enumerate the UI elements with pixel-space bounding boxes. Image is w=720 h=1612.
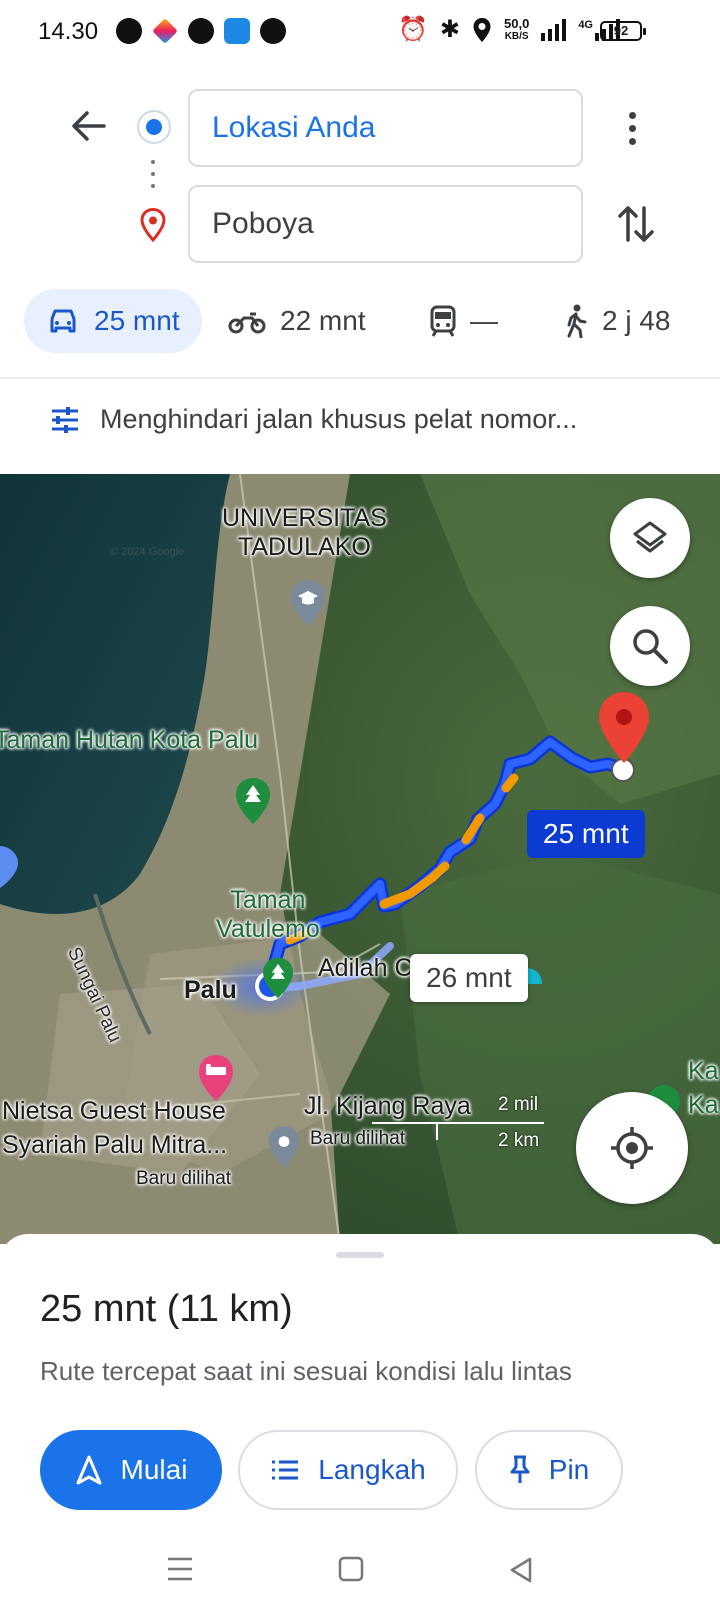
route-note: Rute tercepat saat ini sesuai kondisi la… — [40, 1356, 572, 1386]
swap-vertical-icon — [618, 206, 654, 242]
layers-button[interactable] — [610, 498, 690, 578]
route-alternative-chip[interactable]: 26 mnt — [410, 954, 528, 1002]
map-label-park-hutan-kota: Taman Hutan Kota Palu — [0, 726, 259, 754]
alarm-icon: ⏰ — [398, 16, 428, 43]
status-indicators: ⏰ ✱ 50,0 KB/S 4G — [398, 16, 620, 44]
status-bar: 14.30 ⏰ ✱ 50,0 KB/S 4G 92 — [0, 0, 720, 64]
search-along-route-button[interactable] — [610, 606, 690, 686]
home-button[interactable] — [338, 1556, 364, 1587]
park-marker-icon[interactable] — [233, 776, 273, 826]
mode-motorcycle-time: 22 mnt — [280, 305, 366, 336]
mode-car-tab[interactable]: 25 mnt — [24, 289, 202, 353]
route-connector — [151, 160, 155, 190]
status-time: 14.30 — [38, 18, 99, 45]
mode-motorcycle-tab[interactable]: 22 mnt — [228, 289, 366, 353]
my-location-icon — [611, 1127, 653, 1169]
scale-km: 2 km — [498, 1130, 540, 1151]
bluetooth-icon: ✱ — [439, 16, 460, 43]
app-star-icon — [152, 18, 178, 44]
back-button[interactable] — [62, 100, 114, 152]
origin-input[interactable]: Lokasi Anda — [188, 89, 583, 167]
scale-miles: 2 mil — [498, 1094, 539, 1115]
header-divider — [0, 377, 720, 379]
home-square-icon — [338, 1556, 364, 1582]
more-options-button[interactable] — [612, 100, 652, 156]
car-icon — [50, 309, 76, 333]
battery-icon: 92 — [600, 21, 646, 41]
map-label-university: UNIVERSITAS TADULAKO — [222, 504, 387, 561]
origin-dot-icon — [137, 110, 171, 144]
map-label-city: Palu — [184, 976, 237, 1004]
tune-icon — [52, 406, 78, 433]
menu-icon — [168, 1557, 192, 1581]
map-label-guesthouse-note: Baru dilihat — [136, 1168, 232, 1189]
search-icon — [633, 629, 668, 664]
map-label-road: Jl. Kijang Raya — [304, 1092, 471, 1120]
pin-button[interactable]: Pin — [475, 1430, 623, 1510]
system-navigation-bar — [0, 1540, 720, 1600]
route-primary-chip[interactable]: 25 mnt — [527, 810, 645, 858]
recent-apps-button[interactable] — [166, 1556, 194, 1587]
start-label: Mulai — [120, 1454, 188, 1485]
map-label-road-note: Baru dilihat — [310, 1128, 406, 1149]
place-marker-icon[interactable] — [266, 1124, 302, 1170]
route-summary: 25 mnt (11 km) — [40, 1288, 293, 1330]
layers-icon — [633, 521, 667, 553]
route-options-text: Menghindari jalan khusus pelat nomor... — [100, 404, 578, 434]
walk-icon — [567, 304, 587, 338]
sheet-drag-handle[interactable] — [336, 1252, 384, 1258]
mode-walk-tab[interactable]: 2 j 48 — [562, 289, 671, 353]
arrow-back-icon — [72, 111, 106, 141]
map-label-park-vatulemo: Taman Vatulemo — [216, 886, 320, 943]
browser-app-icon — [224, 18, 250, 44]
network-type: 4G — [578, 19, 593, 31]
steps-label: Langkah — [318, 1454, 426, 1485]
map-label-edge: Ka Ka — [688, 1057, 719, 1119]
mode-car-time: 25 mnt — [94, 305, 180, 336]
university-marker-icon[interactable] — [288, 578, 328, 628]
list-icon — [272, 1460, 299, 1480]
scale-tick — [436, 1122, 438, 1140]
scale-bar — [372, 1122, 544, 1124]
mode-walk-time: 2 j 48 — [602, 305, 671, 336]
map-watermark: © 2024 Google — [110, 546, 185, 558]
net-speed-value: 50,0 — [504, 16, 530, 31]
map-label-adilah: Adilah C — [318, 954, 413, 982]
camera-app-icon — [188, 18, 214, 44]
signal-icon — [541, 19, 567, 41]
my-location-button[interactable] — [576, 1092, 688, 1204]
destination-pin-icon — [140, 207, 166, 247]
park-marker-icon-2[interactable] — [260, 956, 296, 1000]
line-app-icon — [260, 18, 286, 44]
back-triangle-icon — [510, 1557, 532, 1583]
swap-button[interactable] — [612, 200, 660, 248]
train-icon — [430, 305, 456, 337]
mode-transit-tab[interactable]: — — [430, 289, 498, 353]
location-icon — [473, 18, 491, 42]
navigation-arrow-icon — [76, 1455, 102, 1485]
notification-icons — [116, 18, 286, 44]
destination-input[interactable]: Poboya — [188, 185, 583, 263]
pin-label: Pin — [548, 1454, 590, 1485]
back-nav-button[interactable] — [508, 1556, 534, 1589]
destination-marker-icon[interactable] — [597, 690, 651, 766]
edge-marker-icon[interactable] — [0, 844, 20, 888]
mode-transit-time: — — [470, 305, 498, 336]
map-label-guesthouse: Nietsa Guest House Syariah Palu Mitra... — [2, 1097, 228, 1159]
steps-button[interactable]: Langkah — [238, 1430, 458, 1510]
chat-icon — [116, 18, 142, 44]
net-speed: 50,0 KB/S — [504, 17, 529, 43]
motorcycle-icon — [228, 312, 266, 334]
pin-icon — [510, 1455, 530, 1483]
route-options-button[interactable]: Menghindari jalan khusus pelat nomor... — [50, 404, 577, 435]
map-view[interactable]: UNIVERSITAS TADULAKO © 2024 Google Taman… — [0, 474, 720, 1244]
net-speed-unit: KB/S — [504, 31, 529, 42]
start-navigation-button[interactable]: Mulai — [40, 1430, 222, 1510]
